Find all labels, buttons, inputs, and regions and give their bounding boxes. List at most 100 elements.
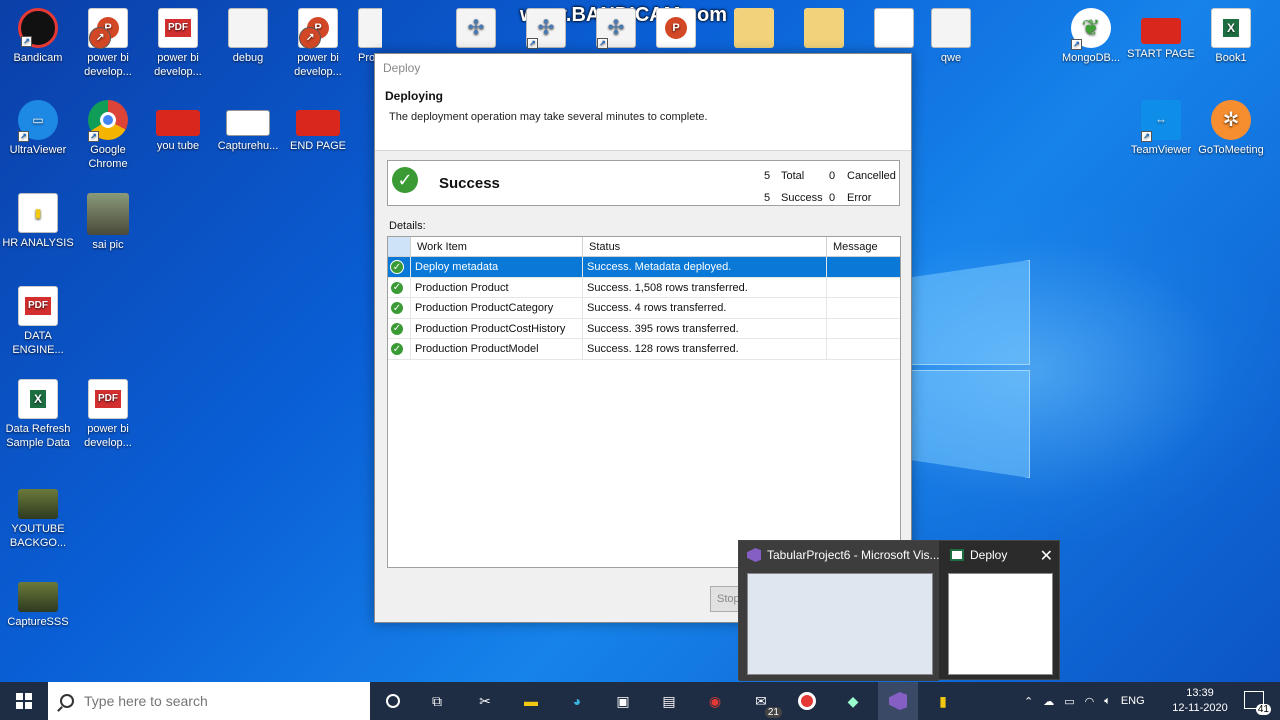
desktop-icon-mongodb[interactable]: ❦ ↗ MongoDB... xyxy=(1055,8,1127,65)
bandicam-record-icon[interactable] xyxy=(794,688,820,714)
desktop-icon-youtube[interactable]: you tube xyxy=(142,100,214,153)
desktop-icon-powerbi-dev-3[interactable]: P ↗ power bi develop... xyxy=(282,8,354,79)
pdf-icon: PDF xyxy=(18,286,58,326)
row-status-icon-cell: ✓ xyxy=(388,318,411,338)
select-all-header[interactable] xyxy=(388,237,411,256)
row-message xyxy=(827,298,900,318)
desktop-icon-gotomeeting[interactable]: ✲ GoToMeeting xyxy=(1195,100,1267,157)
chrome-icon: ↗ xyxy=(88,100,128,142)
column-work-item[interactable]: Work Item xyxy=(411,237,583,256)
details-grid: Work Item Status Message ✓ Deploy metada… xyxy=(387,236,901,568)
pdf-icon: PDF xyxy=(158,8,198,48)
image-icon xyxy=(18,489,58,519)
cloud-icon[interactable]: ☁ xyxy=(1043,695,1054,708)
notification-icon[interactable]: 41 xyxy=(1244,691,1271,715)
desktop-icon-teamviewer[interactable]: ⇔ ↗ TeamViewer xyxy=(1125,100,1197,157)
edge-icon[interactable]: ◕ xyxy=(564,688,590,714)
desktop-icon-book1[interactable]: X Book1 xyxy=(1195,8,1267,65)
desktop-icon-data-refresh[interactable]: X Data Refresh Sample Data xyxy=(2,379,74,450)
desktop-icon-ultraviewer[interactable]: ▭ ↗ UltraViewer xyxy=(2,100,74,157)
slide-icon xyxy=(1141,18,1181,44)
table-row[interactable]: ✓ Production ProductCostHistory Success.… xyxy=(388,318,900,339)
notification-badge: 41 xyxy=(1255,704,1271,715)
desktop-icon-data-engine[interactable]: PDF DATA ENGINE... xyxy=(2,286,74,357)
start-button[interactable] xyxy=(0,682,48,720)
deployment-summary: ✓ Success 5 Total 0 Cancelled 5 Success … xyxy=(387,160,900,206)
ultraviewer-icon: ▭ ↗ xyxy=(18,100,58,142)
desktop-icon-capturehu[interactable]: Capturehu... xyxy=(212,100,284,153)
powerbi-icon[interactable]: ▮ xyxy=(930,688,956,714)
desktop-icon-folder-1[interactable] xyxy=(718,8,790,51)
error-count: 0 xyxy=(829,192,836,204)
desktop-icon-powerbi-dev-4[interactable]: PDF power bi develop... xyxy=(72,379,144,450)
taskbar-search[interactable] xyxy=(48,682,370,720)
wifi-icon[interactable]: ◠ xyxy=(1085,695,1095,708)
success-check-icon: ✓ xyxy=(390,280,404,295)
battery-icon[interactable]: ▭ xyxy=(1064,695,1074,708)
folder-icon xyxy=(734,8,774,48)
desktop-icon-youtube-background[interactable]: YOUTUBE BACKGO... xyxy=(2,481,74,550)
desktop-icon-debug[interactable]: debug xyxy=(212,8,284,65)
desktop-icon-ppt[interactable]: P xyxy=(640,8,712,51)
row-status: Success. 1,508 rows transferred. xyxy=(583,277,827,297)
dialog-title[interactable]: Deploy xyxy=(375,54,911,81)
search-input[interactable] xyxy=(84,693,344,709)
close-icon[interactable]: ✕ xyxy=(1040,546,1053,566)
desktop-icon-bandicam[interactable]: ↗ Bandicam xyxy=(2,8,74,65)
total-count: 5 xyxy=(764,170,771,182)
visual-studio-taskbar-icon[interactable] xyxy=(878,682,918,720)
table-row[interactable]: ✓ Production ProductCategory Success. 4 … xyxy=(388,298,900,319)
error-label: Error xyxy=(847,192,872,204)
row-message xyxy=(827,339,900,359)
volume-icon[interactable]: 🔈︎ xyxy=(1104,695,1111,708)
column-status[interactable]: Status xyxy=(583,237,827,256)
tableau-icon: ✣ ↗ xyxy=(526,8,566,49)
desktop-icon-capturesss[interactable]: CaptureSSS xyxy=(2,574,74,629)
mail-icon[interactable]: ✉ 21 xyxy=(748,688,782,718)
desktop-icon-qwe[interactable]: qwe xyxy=(915,8,987,65)
desktop-icon-chrome[interactable]: ↗ Google Chrome xyxy=(72,100,144,171)
cortana-icon[interactable] xyxy=(380,688,406,714)
preview-visual-studio[interactable]: TabularProject6 - Microsoft Vis... xyxy=(739,541,940,681)
desktop-icon-start-page[interactable]: START PAGE xyxy=(1125,8,1197,61)
desktop-icon-sai-pic[interactable]: sai pic xyxy=(72,193,144,252)
success-check-icon: ✓ xyxy=(390,260,404,274)
preview-title: Deploy xyxy=(970,548,1008,562)
desktop-icon-powerbi-dev-2[interactable]: PDF power bi develop... xyxy=(142,8,214,79)
system-tray: ⌃ ☁ ▭ ◠ 🔈︎ ENG xyxy=(1024,682,1145,720)
powerpoint-icon: P ↗ xyxy=(88,8,128,49)
store-icon[interactable]: ▣ xyxy=(610,688,636,714)
desktop-icon-tableau-1[interactable]: ✣ xyxy=(440,8,512,51)
preview-title: TabularProject6 - Microsoft Vis... xyxy=(767,548,940,562)
powerbi-file-icon: ▮ xyxy=(18,193,58,233)
table-row[interactable]: ✓ Production ProductModel Success. 128 r… xyxy=(388,339,900,360)
chevron-up-icon[interactable]: ⌃ xyxy=(1024,695,1033,708)
notepad-icon[interactable]: ▤ xyxy=(656,688,682,714)
desktop-icon-powerbi-dev-1[interactable]: P ↗ power bi develop... xyxy=(72,8,144,79)
pdf-icon: PDF xyxy=(88,379,128,419)
table-row[interactable]: ✓ Production Product Success. 1,508 rows… xyxy=(388,277,900,298)
preview-deploy[interactable]: Deploy ✕ xyxy=(942,541,1061,681)
language-indicator[interactable]: ENG xyxy=(1121,695,1145,707)
app-icon[interactable]: ◆ xyxy=(840,688,866,714)
dialog-heading: Deploying xyxy=(385,89,444,103)
clock[interactable]: 13:39 12-11-2020 xyxy=(1168,686,1232,716)
desktop-icon-end-page[interactable]: END PAGE xyxy=(282,100,354,153)
snipping-tool-icon[interactable]: ✂ xyxy=(472,688,498,714)
row-work-item: Production ProductModel xyxy=(411,339,583,359)
desktop-icon-tableau-2[interactable]: ✣ ↗ xyxy=(510,8,582,51)
column-message[interactable]: Message xyxy=(827,237,900,256)
chrome-icon[interactable]: ◉ xyxy=(702,688,728,714)
file-explorer-icon[interactable]: ▬ xyxy=(518,688,544,714)
row-status-icon-cell: ✓ xyxy=(388,277,411,297)
desktop-icon-hr-analysis[interactable]: ▮ HR ANALYSIS xyxy=(2,193,74,250)
table-row[interactable]: ✓ Deploy metadata Success. Metadata depl… xyxy=(388,257,900,278)
desktop-icon-folder-2[interactable] xyxy=(788,8,860,51)
tableau-icon: ✣ ↗ xyxy=(596,8,636,49)
dialog-subtitle: The deployment operation may take severa… xyxy=(389,111,708,123)
excel-icon: X xyxy=(18,379,58,419)
row-status: Success. Metadata deployed. xyxy=(583,257,827,277)
task-view-icon[interactable]: ⧉ xyxy=(424,688,450,714)
tableau-icon: ✣ xyxy=(456,8,496,48)
document-icon xyxy=(358,8,382,48)
